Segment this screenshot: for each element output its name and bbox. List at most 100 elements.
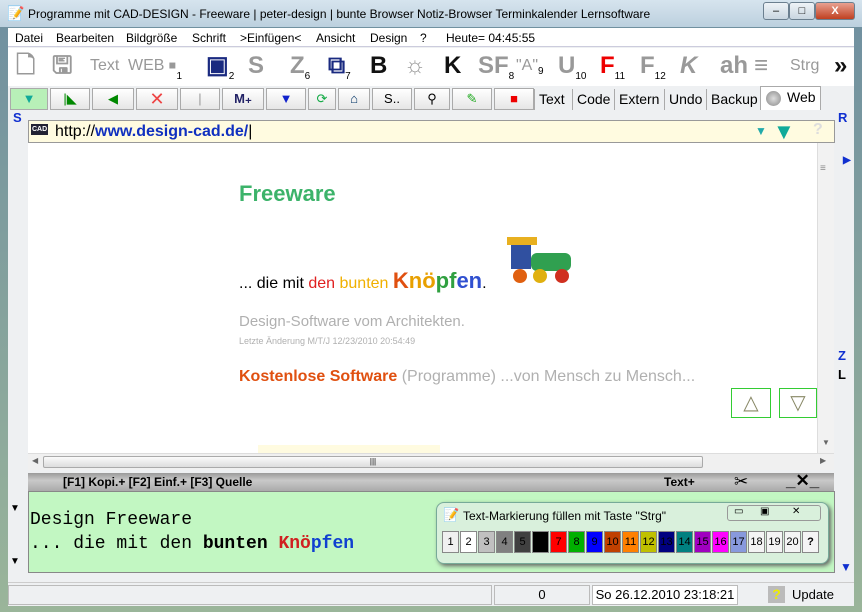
refresh-icon[interactable]: ⟳: [308, 88, 336, 110]
print-icon[interactable]: ✎: [452, 88, 492, 110]
vertical-scrollbar[interactable]: ≡ ▼: [817, 143, 834, 454]
tab-web[interactable]: Web: [760, 86, 821, 110]
tab-extern[interactable]: Extern: [614, 89, 663, 110]
address-bar[interactable]: CAD http://www.design-cad.de/| ▼ ▼ ?: [28, 119, 835, 145]
color-swatch-5[interactable]: 5: [514, 531, 531, 553]
menu-design[interactable]: Design: [370, 31, 407, 45]
help-icon[interactable]: ?: [813, 121, 823, 139]
color-swatch-7[interactable]: 7: [550, 531, 567, 553]
menu-ansicht[interactable]: Ansicht: [316, 31, 355, 45]
color-swatch-18[interactable]: 18: [748, 531, 765, 553]
bookmark-add-icon[interactable]: M₊: [222, 88, 264, 110]
horizontal-scrollbar[interactable]: ◀ ||| ▶: [28, 453, 834, 470]
text-plus-button[interactable]: Text+: [664, 475, 695, 489]
tab-code[interactable]: Code: [572, 89, 614, 110]
color-swatch-12[interactable]: 12: [640, 531, 657, 553]
z-icon[interactable]: Z6: [290, 52, 310, 91]
new-document-icon[interactable]: 🗋: [16, 52, 35, 80]
f-gray-icon[interactable]: F12: [640, 52, 666, 91]
arrow-down-end-icon[interactable]: ▼: [10, 556, 20, 567]
color-swatch-14[interactable]: 14: [676, 531, 693, 553]
software-link[interactable]: Kostenlose Software: [239, 368, 397, 385]
menu-bildgroesse[interactable]: Bildgröße: [126, 31, 177, 45]
scroll-up-button[interactable]: △: [731, 388, 771, 418]
color-swatch-13[interactable]: 13: [658, 531, 675, 553]
maximize-button[interactable]: □: [789, 2, 815, 20]
pdf-icon[interactable]: ■: [494, 88, 534, 110]
menu-bearbeiten[interactable]: Bearbeiten: [56, 31, 114, 45]
first-icon[interactable]: |◣: [50, 88, 90, 110]
tab-text[interactable]: Text: [534, 89, 569, 110]
menu-schrift[interactable]: Schrift: [192, 31, 226, 45]
strg-icon[interactable]: Strg: [790, 52, 819, 80]
color-swatch-11[interactable]: 11: [622, 531, 639, 553]
align-icon[interactable]: ≡: [754, 52, 768, 80]
url-go-icon[interactable]: ▼: [773, 119, 795, 145]
palette-minimize-button[interactable]: ▭: [734, 506, 743, 517]
menu-help[interactable]: ?: [420, 31, 427, 45]
software-link-line: Kostenlose Software (Programme) ...von M…: [239, 368, 696, 385]
color-swatch-6[interactable]: 6: [532, 531, 549, 553]
palette-maximize-button[interactable]: ▣: [760, 506, 769, 517]
menu-bar: Datei Bearbeiten Bildgröße Schrift >Einf…: [8, 28, 854, 47]
binoculars-icon[interactable]: ⚲: [414, 88, 450, 110]
color-swatch-15[interactable]: 15: [694, 531, 711, 553]
update-button[interactable]: Update: [792, 587, 834, 602]
insert-1-icon[interactable]: ▪1: [168, 52, 182, 91]
f-red-icon[interactable]: F11: [600, 52, 625, 91]
minimize-button[interactable]: –: [763, 2, 789, 20]
menu-datei[interactable]: Datei: [15, 31, 43, 45]
s-icon[interactable]: S: [248, 52, 264, 80]
scroll-thumb[interactable]: |||: [43, 456, 703, 468]
ah-icon[interactable]: ah: [720, 52, 748, 80]
close-button[interactable]: X: [815, 2, 855, 20]
forward-icon[interactable]: |: [180, 88, 220, 110]
color-swatch-9[interactable]: 9: [586, 531, 603, 553]
quote-a-icon[interactable]: "A"9: [516, 52, 544, 86]
color-swatch-help[interactable]: ?: [802, 531, 819, 553]
tab-undo[interactable]: Undo: [664, 89, 706, 110]
image-icon[interactable]: ☼: [404, 52, 426, 80]
color-swatch-2[interactable]: 2: [460, 531, 477, 553]
color-swatch-3[interactable]: 3: [478, 531, 495, 553]
menu-einfuegen[interactable]: >Einfügen<: [240, 31, 301, 45]
back-icon[interactable]: ◀: [92, 88, 134, 110]
search-button[interactable]: S..: [372, 88, 412, 110]
k-icon[interactable]: K: [444, 52, 461, 80]
url-text[interactable]: http://www.design-cad.de/|: [55, 123, 252, 141]
close-notes-icon[interactable]: _✕_: [786, 471, 819, 491]
arrow-right-icon[interactable]: ▶: [843, 155, 851, 166]
save-icon[interactable]: 🖫: [52, 52, 72, 80]
palette-close-button[interactable]: ✕: [792, 506, 800, 517]
window-icon[interactable]: ⧉7: [328, 52, 351, 91]
home-icon[interactable]: ⌂: [338, 88, 370, 110]
color-swatch-19[interactable]: 19: [766, 531, 783, 553]
more-icon[interactable]: »: [834, 52, 847, 80]
italic-k-icon[interactable]: K: [680, 52, 697, 80]
url-dropdown-icon[interactable]: ▼: [755, 124, 767, 138]
bold-select-icon[interactable]: B: [370, 52, 387, 80]
text-icon[interactable]: Text: [90, 52, 119, 80]
scroll-down-button[interactable]: ▽: [779, 388, 817, 418]
insert-2-icon[interactable]: ▣2: [206, 52, 234, 91]
icon-glyph: U: [558, 52, 576, 79]
color-swatch-20[interactable]: 20: [784, 531, 801, 553]
arrow-down-blue-icon[interactable]: ▼: [840, 560, 852, 574]
dropdown-blue-icon[interactable]: ▼: [266, 88, 306, 110]
color-swatch-17[interactable]: 17: [730, 531, 747, 553]
tab-backup[interactable]: Backup: [706, 89, 762, 110]
delete-icon[interactable]: ✕: [136, 88, 178, 110]
scissors-icon[interactable]: ✂: [734, 472, 748, 492]
color-swatch-16[interactable]: 16: [712, 531, 729, 553]
icon-glyph: S: [248, 52, 265, 79]
web-icon[interactable]: WEB: [128, 52, 164, 80]
arrow-down-icon[interactable]: ▼: [10, 503, 20, 514]
color-swatch-8[interactable]: 8: [568, 531, 585, 553]
color-swatch-10[interactable]: 10: [604, 531, 621, 553]
color-swatch-4[interactable]: 4: [496, 531, 513, 553]
dropdown-green-icon[interactable]: ▼: [10, 88, 48, 110]
color-swatch-1[interactable]: 1: [442, 531, 459, 553]
underline-icon[interactable]: U10: [558, 52, 586, 91]
update-key-icon[interactable]: ?: [768, 586, 785, 603]
sf-icon[interactable]: SF8: [478, 52, 514, 91]
